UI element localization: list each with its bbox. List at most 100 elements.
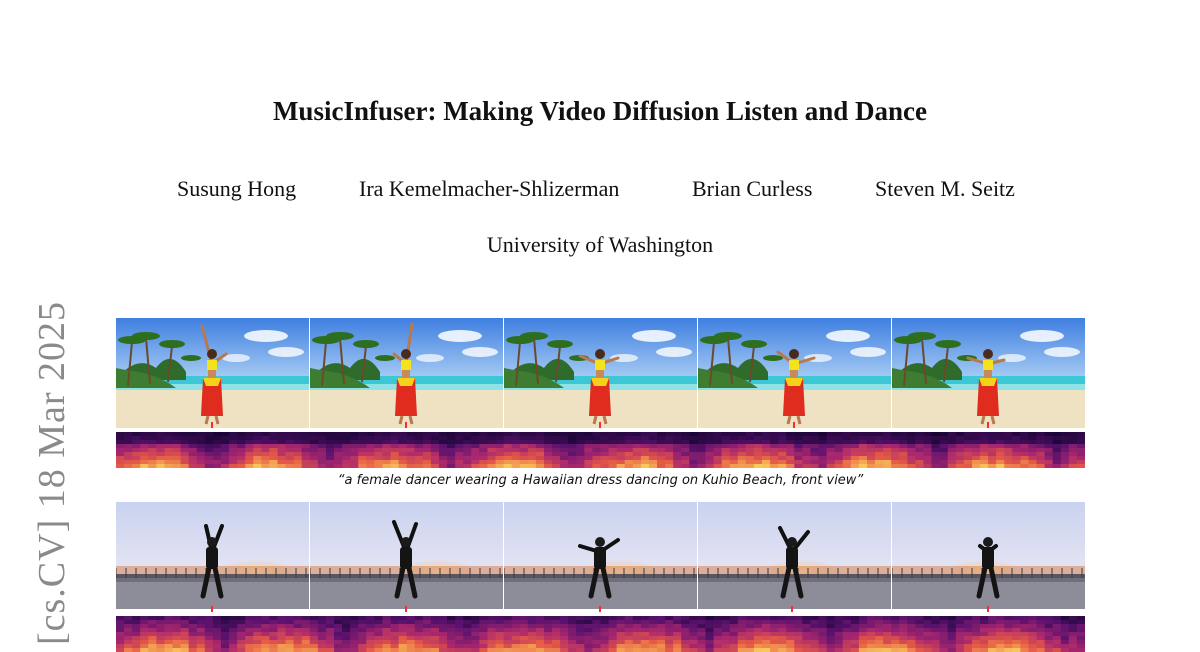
spectrogram-cell: [511, 624, 521, 629]
spectrogram-cell: [132, 620, 141, 625]
spectrogram-cell: [1012, 628, 1021, 633]
spectrogram-cell: [390, 432, 400, 437]
spectrogram-cell: [842, 628, 852, 633]
spectrogram-cell: [1076, 460, 1085, 465]
spectrogram-cell: [366, 616, 375, 621]
spectrogram-cell: [317, 456, 327, 461]
spectrogram-cell: [770, 620, 779, 625]
spectrogram-cell: [124, 464, 133, 468]
spectrogram-cell: [390, 624, 400, 629]
spectrogram-cell: [358, 636, 367, 641]
spectrogram-cell: [124, 444, 133, 449]
spectrogram-cell: [923, 432, 933, 437]
spectrogram-cell: [358, 460, 367, 465]
spectrogram-cell: [939, 616, 949, 621]
spectrogram-cell: [196, 640, 206, 645]
spectrogram-cell: [988, 616, 997, 621]
spectrogram-cell: [907, 444, 917, 449]
spectrogram-cell: [1012, 624, 1021, 629]
spectrogram-cell: [947, 628, 957, 633]
spectrogram-cell: [447, 648, 456, 652]
spectrogram-cell: [116, 636, 125, 641]
spectrogram-cell: [519, 456, 529, 461]
spectrogram-cell: [511, 444, 521, 449]
spectrogram-cell: [196, 432, 206, 437]
spectrogram-cell: [495, 620, 505, 625]
spectrogram-cell: [1036, 628, 1046, 633]
spectrogram-cell: [334, 648, 343, 652]
spectrogram-cell: [616, 460, 626, 465]
spectrogram-cell: [907, 456, 917, 461]
spectrogram-cell: [503, 624, 513, 629]
spectrogram-cell: [592, 620, 602, 625]
spectrogram-cell: [794, 620, 803, 625]
spectrogram-cell: [301, 440, 311, 445]
spectrogram-cell: [245, 436, 254, 441]
spectrogram-cell: [334, 640, 343, 645]
spectrogram-cell: [657, 616, 666, 621]
spectrogram-cell: [915, 432, 925, 437]
spectrogram-cell: [713, 632, 723, 637]
spectrogram-cell: [503, 456, 513, 461]
spectrogram-cell: [422, 616, 432, 621]
spectrogram-cell: [471, 460, 480, 465]
spectrogram-cell: [640, 448, 650, 453]
spectrogram-cell: [980, 444, 989, 449]
spectrogram-cell: [196, 616, 206, 621]
spectrogram-cell: [600, 648, 610, 652]
spectrogram-cell: [479, 456, 489, 461]
spectrogram-cell: [891, 628, 900, 633]
spectrogram-cell: [374, 464, 384, 468]
spectrogram-cell: [955, 456, 965, 461]
spectrogram-cell: [1052, 628, 1062, 633]
spectrogram-cell: [261, 436, 271, 441]
spectrogram-cell: [132, 460, 141, 465]
spectrogram-cell: [753, 636, 763, 641]
spectrogram-cell: [608, 460, 618, 465]
spectrogram-cell: [875, 440, 884, 445]
spectrogram-cell: [931, 440, 941, 445]
spectrogram-cell: [479, 628, 489, 633]
spectrogram-cell: [1052, 460, 1062, 465]
spectrogram-cell: [188, 456, 198, 461]
spectrogram-cell: [592, 636, 602, 641]
spectrogram-cell: [600, 632, 610, 637]
spectrogram-cell: [390, 648, 400, 652]
spectrogram-cell: [721, 640, 731, 645]
spectrogram-cell: [713, 452, 723, 457]
spectrogram-cell: [899, 628, 908, 633]
spectrogram-cell: [245, 620, 254, 625]
spectrogram-cell: [721, 628, 731, 633]
spectrogram-cell: [681, 460, 690, 465]
spectrogram-cell: [721, 636, 731, 641]
spectrogram-cell: [980, 460, 989, 465]
spectrogram-cell: [180, 632, 190, 637]
spectrogram-cell: [1012, 436, 1021, 441]
spectrogram-cell: [527, 632, 537, 637]
spectrogram-cell: [842, 452, 852, 457]
spectrogram-cell: [342, 624, 351, 629]
spectrogram-cell: [1068, 456, 1078, 461]
spectrogram-cell: [253, 440, 262, 445]
spectrogram-cell: [770, 640, 779, 645]
spectrogram-cell: [866, 632, 876, 637]
spectrogram-cell: [406, 648, 416, 652]
spectrogram-cell: [382, 444, 392, 449]
spectrogram-cell: [778, 628, 787, 633]
spectrogram-cell: [996, 640, 1005, 645]
spectrogram-cell: [939, 436, 949, 441]
spectrogram-cell: [164, 440, 174, 445]
spectrogram-cell: [697, 452, 707, 457]
spectrogram-cell: [140, 444, 149, 449]
spectrogram-cell: [850, 628, 860, 633]
spectrogram-cell: [834, 464, 844, 468]
spectrogram-cell: [899, 460, 908, 465]
spectrogram-cell: [439, 640, 448, 645]
spectrogram-cell: [697, 436, 707, 441]
spectrogram-cell: [301, 632, 311, 637]
spectrogram-cell: [188, 432, 198, 437]
spectrogram-cell: [810, 460, 820, 465]
spectrogram-cell: [140, 464, 149, 468]
spectrogram-cell: [713, 616, 723, 621]
spectrogram-cell: [164, 636, 174, 641]
